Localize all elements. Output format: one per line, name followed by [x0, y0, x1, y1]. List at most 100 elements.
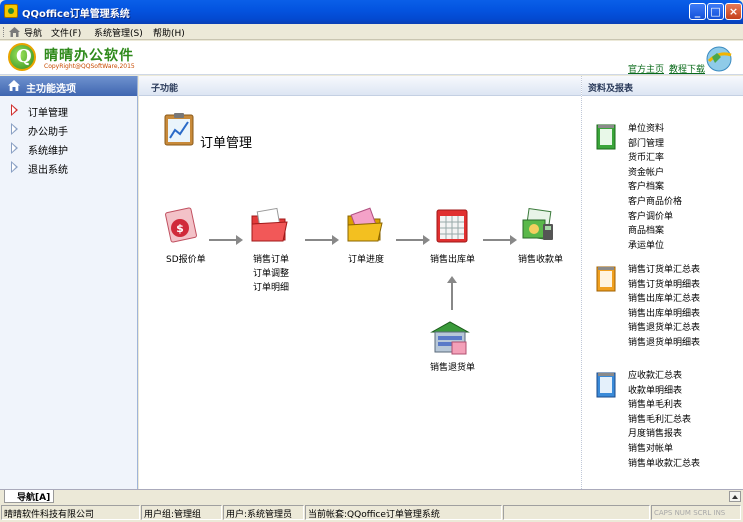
- homepage-link[interactable]: 官方主页: [628, 62, 664, 75]
- status-user-group: 用户组:管理组: [141, 505, 222, 520]
- report-link[interactable]: 销售订货单汇总表: [628, 263, 700, 278]
- menu-navigation[interactable]: 导航: [24, 26, 42, 39]
- reports-panel: 资料及报表 单位资料 部门管理 货币汇率 资金帐户 客户档案 客户商品价格 客户…: [581, 76, 743, 489]
- header-banner: 晴晴办公软件 CopyRight@QQSoftWare,2015 官方主页 教程…: [0, 41, 743, 75]
- report-link[interactable]: 单位资料: [628, 122, 682, 137]
- report-link[interactable]: 货币汇率: [628, 151, 682, 166]
- report-link[interactable]: 客户商品价格: [628, 195, 682, 210]
- window-title: QQoffice订单管理系统: [22, 9, 130, 20]
- flow-label-sales-order: 销售订单: [253, 255, 290, 265]
- menu-help[interactable]: 帮助(H): [153, 26, 185, 39]
- flow-arrow-up: [447, 276, 457, 310]
- report-link[interactable]: 销售对帐单: [628, 442, 700, 457]
- scroll-up-button[interactable]: [729, 491, 741, 502]
- order-progress-folder-icon: [347, 207, 383, 242]
- blue-ledger-icon: [596, 372, 616, 398]
- quote-icon: $: [165, 207, 197, 243]
- flow-label-order-progress: 订单进度: [348, 255, 385, 265]
- main-options-header: 主功能选项: [0, 76, 137, 96]
- nav-item-office-assistant[interactable]: 办公助手: [0, 119, 137, 138]
- bottom-tab-bar: 导航[A]: [0, 489, 743, 503]
- flow-label-order-adjust: 订单调整: [253, 269, 290, 279]
- report-link[interactable]: 商品档案: [628, 224, 682, 239]
- flow-arrow: [483, 235, 517, 245]
- toolbar-grip: [3, 27, 5, 37]
- green-ledger-icon: [596, 124, 616, 150]
- report-link[interactable]: 客户调价单: [628, 210, 682, 225]
- return-warehouse-icon: [430, 321, 470, 355]
- globe-icon: [706, 46, 732, 72]
- base-data-list: 单位资料 部门管理 货币汇率 资金帐户 客户档案 客户商品价格 客户调价单 商品…: [628, 122, 682, 253]
- svg-text:$: $: [176, 222, 184, 235]
- status-user: 用户:系统管理员: [223, 505, 304, 520]
- app-icon: [4, 4, 18, 18]
- report-link[interactable]: 资金帐户: [628, 166, 682, 181]
- flow-arrow: [305, 235, 339, 245]
- calendar-sheet-icon: [436, 209, 468, 243]
- report-link[interactable]: 月度销售报表: [628, 427, 700, 442]
- menu-system-management[interactable]: 系统管理(S): [94, 26, 143, 39]
- sales-order-folder-icon: [251, 207, 288, 242]
- home-icon: [9, 27, 20, 37]
- maximize-button[interactable]: □: [707, 3, 724, 20]
- flow-label-sales-receipt: 销售收款单: [518, 255, 564, 265]
- status-company: 晴晴软件科技有限公司: [1, 505, 140, 520]
- status-bar: 晴晴软件科技有限公司 用户组:管理组 用户:系统管理员 当前帐套:QQoffic…: [0, 503, 743, 522]
- report-link[interactable]: 承运单位: [628, 239, 682, 254]
- home-icon: [8, 80, 20, 91]
- flow-arrow: [396, 235, 430, 245]
- close-button[interactable]: ×: [725, 3, 742, 20]
- logo-title: 晴晴办公软件: [44, 48, 134, 64]
- report-link[interactable]: 销售退货单明细表: [628, 336, 700, 351]
- flow-label-sd-quote: SD报价单: [166, 255, 206, 265]
- nav-item-order-management[interactable]: 订单管理: [0, 100, 137, 119]
- main-options-panel: 主功能选项 订单管理 办公助手 系统维护 退出系统: [0, 76, 138, 489]
- reports-header: 资料及报表: [582, 76, 743, 96]
- flow-arrow: [209, 235, 243, 245]
- triangle-right-icon: [11, 104, 18, 116]
- flow-label-sales-outbound: 销售出库单: [430, 255, 476, 265]
- title-bar[interactable]: QQoffice订单管理系统 _ □ ×: [0, 0, 743, 24]
- report-link[interactable]: 销售出库单明细表: [628, 307, 700, 322]
- flow-label-sales-return: 销售退货单: [430, 363, 476, 373]
- report-link[interactable]: 销售单毛利表: [628, 398, 700, 413]
- status-account: 当前帐套:QQoffice订单管理系统: [305, 505, 502, 520]
- status-empty: [503, 505, 650, 520]
- main-options-title: 主功能选项: [26, 84, 76, 95]
- module-title: 订单管理: [200, 136, 253, 151]
- logo-icon: [8, 43, 36, 71]
- report-link[interactable]: 销售单收款汇总表: [628, 457, 700, 472]
- report-link[interactable]: 部门管理: [628, 137, 682, 152]
- logo-subtitle: CopyRight@QQSoftWare,2015: [44, 63, 135, 70]
- sub-functions-header: 子功能: [139, 76, 581, 96]
- report-link[interactable]: 销售退货单汇总表: [628, 321, 700, 336]
- report-link[interactable]: 销售毛利汇总表: [628, 413, 700, 428]
- triangle-right-icon: [11, 142, 18, 154]
- menu-bar: 导航 文件(F) 系统管理(S) 帮助(H): [0, 24, 743, 40]
- clipboard-chart-icon: [164, 113, 194, 146]
- receivables-reports-list: 应收款汇总表 收款单明细表 销售单毛利表 销售毛利汇总表 月度销售报表 销售对帐…: [628, 369, 700, 471]
- nav-item-label: 退出系统: [28, 165, 68, 176]
- tutorial-download-link[interactable]: 教程下载: [669, 62, 705, 75]
- triangle-right-icon: [11, 123, 18, 135]
- menu-file[interactable]: 文件(F): [51, 26, 81, 39]
- orange-ledger-icon: [596, 266, 616, 292]
- nav-item-label: 系统维护: [28, 146, 68, 157]
- report-link[interactable]: 销售订货单明细表: [628, 278, 700, 293]
- report-link[interactable]: 销售出库单汇总表: [628, 292, 700, 307]
- nav-item-system-maintenance[interactable]: 系统维护: [0, 138, 137, 157]
- report-link[interactable]: 收款单明细表: [628, 384, 700, 399]
- nav-item-exit-system[interactable]: 退出系统: [0, 157, 137, 176]
- status-indicators: CAPS NUM SCRL INS: [651, 505, 741, 520]
- sub-functions-panel: 子功能 订单管理 $ SD报价单 销售订单 订单调整 订单明细 订单进度 销售出…: [139, 76, 581, 489]
- nav-item-label: 订单管理: [28, 108, 68, 119]
- receipt-money-icon: [522, 208, 553, 240]
- tab-navigation[interactable]: 导航[A]: [4, 490, 54, 503]
- report-link[interactable]: 客户档案: [628, 180, 682, 195]
- report-link[interactable]: 应收款汇总表: [628, 369, 700, 384]
- flow-label-order-detail: 订单明细: [253, 283, 290, 293]
- triangle-right-icon: [11, 161, 18, 173]
- sales-order-reports-list: 销售订货单汇总表 销售订货单明细表 销售出库单汇总表 销售出库单明细表 销售退货…: [628, 263, 700, 351]
- nav-item-label: 办公助手: [28, 127, 68, 138]
- minimize-button[interactable]: _: [689, 3, 706, 20]
